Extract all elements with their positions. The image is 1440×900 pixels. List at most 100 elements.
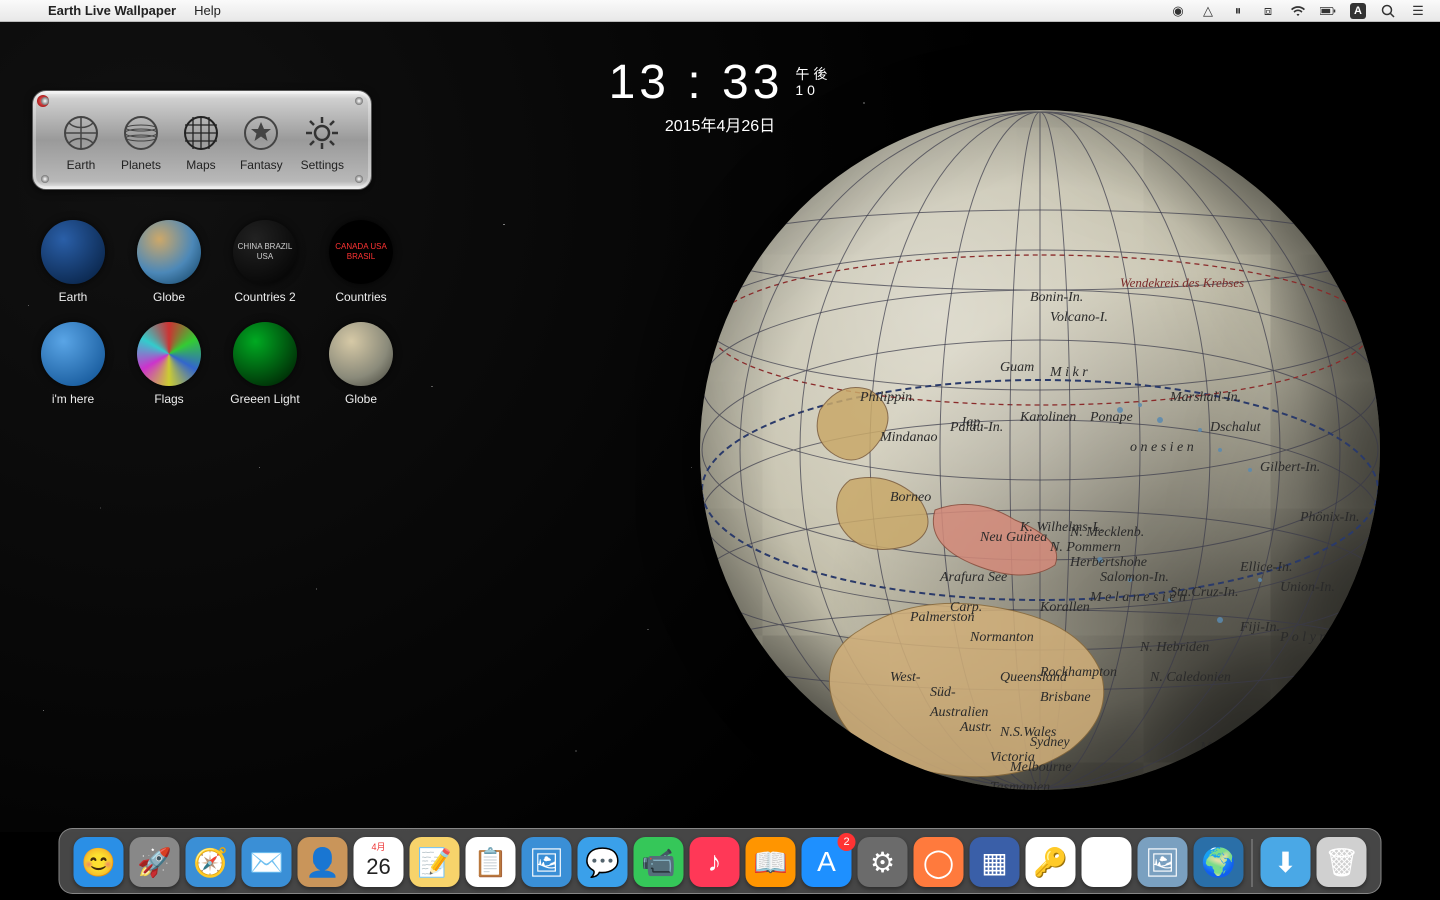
- dock-ibooks[interactable]: 📖: [746, 837, 796, 887]
- globe-icon: [60, 112, 102, 154]
- dock-downloads[interactable]: ⬇: [1261, 837, 1311, 887]
- category-label: Earth: [67, 158, 96, 172]
- globe-map-label: Mindanao: [880, 430, 938, 446]
- globe-map-label: Macquarie-In.: [1200, 740, 1281, 756]
- category-label: Maps: [186, 158, 215, 172]
- globe-map-label: Karolinen: [1020, 410, 1076, 426]
- globe-map-label: Normanton: [970, 630, 1034, 646]
- globe-map-label: Palmerston: [910, 610, 975, 626]
- dock-app-orange[interactable]: ◯: [914, 837, 964, 887]
- google-drive-icon[interactable]: △: [1200, 3, 1216, 19]
- grid-globe-icon: [180, 112, 222, 154]
- clock-suffix-bottom: 10: [795, 83, 831, 98]
- thumb-icon: [137, 220, 201, 284]
- wallpaper-globe-antique[interactable]: Globe: [318, 322, 404, 406]
- wallpaper-countries[interactable]: Countries: [318, 220, 404, 304]
- clock-suffix-top: 午後: [795, 67, 831, 82]
- dock-safari[interactable]: 🧭: [186, 837, 236, 887]
- clock-time: 13 : 33: [609, 55, 784, 110]
- dock: 😊🚀🧭✉️👤4月26📝📋🖼💬📹♪📖A2⚙◯▦🔑❀🖼🌍 ⬇🗑: [59, 828, 1382, 894]
- globe-map-label: Volcano-I.: [1050, 310, 1108, 326]
- wallpaper-countries-2[interactable]: Countries 2: [222, 220, 308, 304]
- globe-map-label: M e l a n e s i e n: [1090, 590, 1186, 606]
- dock-preview[interactable]: 🖼: [522, 837, 572, 887]
- dock-calendar[interactable]: 4月26: [354, 837, 404, 887]
- globe-status-icon[interactable]: ◉: [1170, 3, 1186, 19]
- globe-map-label: N. Caledonien: [1150, 670, 1231, 686]
- help-menu[interactable]: Help: [194, 3, 221, 18]
- globe-map-label: Palau-In.: [950, 420, 1003, 436]
- dock-finder[interactable]: 😊: [74, 837, 124, 887]
- globe-map-label: Fiji-In.: [1240, 620, 1280, 636]
- wallpaper-flags[interactable]: Flags: [126, 322, 212, 406]
- dock-app-landscape[interactable]: 🖼: [1138, 837, 1188, 887]
- wallpaper-earth[interactable]: Earth: [30, 220, 116, 304]
- dock-earth-live-wallpaper[interactable]: 🌍: [1194, 837, 1244, 887]
- globe-map-label: Ponape: [1090, 410, 1133, 426]
- category-earth[interactable]: Earth: [60, 112, 102, 172]
- dock-1password[interactable]: 🔑: [1026, 837, 1076, 887]
- badge: 2: [838, 833, 856, 851]
- category-fantasy[interactable]: Fantasy: [240, 112, 283, 172]
- globe-map-label: Arafura See: [940, 570, 1007, 586]
- globe-map-label: Marshall-In.: [1170, 390, 1241, 406]
- globe-map-label: Austr.: [960, 720, 992, 736]
- wallpaper-grid: Earth Globe Countries 2 Countries i'm he…: [30, 220, 404, 406]
- globe-map-label: Sydney: [1030, 735, 1070, 751]
- globe-map-label: Tasmanien: [990, 780, 1050, 790]
- dock-notes[interactable]: 📝: [410, 837, 460, 887]
- dock-reminders[interactable]: 📋: [466, 837, 516, 887]
- globe-map-label: Australien: [930, 705, 988, 721]
- wifi-icon[interactable]: [1290, 3, 1306, 19]
- dock-app-blue[interactable]: ▦: [970, 837, 1020, 887]
- thumb-icon: [137, 322, 201, 386]
- category-settings[interactable]: Settings: [301, 112, 344, 172]
- dock-itunes[interactable]: ♪: [690, 837, 740, 887]
- dock-appstore[interactable]: A2: [802, 837, 852, 887]
- notification-center-icon[interactable]: ☰: [1410, 3, 1426, 19]
- globe-map-label: Korallen: [1040, 600, 1090, 616]
- thumb-icon: [233, 220, 297, 284]
- globe-map-label: Herbertshohe: [1070, 555, 1147, 571]
- battery-icon[interactable]: [1320, 3, 1336, 19]
- spotlight-icon[interactable]: [1380, 3, 1396, 19]
- globe-map-label: N. Mecklenb.: [1070, 525, 1144, 541]
- thumb-icon: [329, 322, 393, 386]
- globe-map-label: West-: [890, 670, 921, 686]
- category-label: Settings: [301, 158, 344, 172]
- dock-facetime[interactable]: 📹: [634, 837, 684, 887]
- globe-map-label: Ellice-In.: [1240, 560, 1292, 576]
- dock-photos[interactable]: ❀: [1082, 837, 1132, 887]
- category-planets[interactable]: Planets: [120, 112, 162, 172]
- pause-circle-icon[interactable]: ⏸: [1230, 3, 1246, 19]
- main-globe: Wendekreis des Krebses Philippin.Mindana…: [700, 110, 1380, 790]
- app-name-menu[interactable]: Earth Live Wallpaper: [48, 3, 176, 18]
- dock-messages[interactable]: 💬: [578, 837, 628, 887]
- globe-map-label: Gilbert-In.: [1260, 460, 1320, 476]
- globe-map-label: N. Hebriden: [1140, 640, 1209, 656]
- wallpaper-globe[interactable]: Globe: [126, 220, 212, 304]
- star-circle-icon: [240, 112, 282, 154]
- gear-icon: [301, 112, 343, 154]
- input-source-icon[interactable]: A: [1350, 3, 1366, 19]
- globe-map-label: Melbourne: [1010, 760, 1071, 776]
- dropbox-icon[interactable]: ⧈: [1260, 3, 1276, 19]
- menubar: Earth Live Wallpaper Help ◉ △ ⏸ ⧈ A ☰: [0, 0, 1440, 22]
- wallpaper-im-here[interactable]: i'm here: [30, 322, 116, 406]
- globe-map-label: Philippin.: [860, 390, 916, 406]
- category-label: Fantasy: [240, 158, 283, 172]
- wallpaper-green-light[interactable]: Greeen Light: [222, 322, 308, 406]
- dock-mail[interactable]: ✉️: [242, 837, 292, 887]
- dock-trash[interactable]: 🗑: [1317, 837, 1367, 887]
- globe-map-label: Union-In.: [1280, 580, 1335, 596]
- globe-map-label: Guam: [1000, 360, 1034, 376]
- dock-contacts[interactable]: 👤: [298, 837, 348, 887]
- dock-launchpad[interactable]: 🚀: [130, 837, 180, 887]
- thumb-icon: [329, 220, 393, 284]
- globe-map-label: Phönix-In.: [1300, 510, 1359, 526]
- globe-map-label: Queensland: [1000, 670, 1067, 686]
- category-maps[interactable]: Maps: [180, 112, 222, 172]
- dock-system-preferences[interactable]: ⚙: [858, 837, 908, 887]
- wallpaper-category-panel: Earth Planets Maps Fantasy Settings: [32, 90, 372, 190]
- apple-menu[interactable]: [14, 3, 30, 19]
